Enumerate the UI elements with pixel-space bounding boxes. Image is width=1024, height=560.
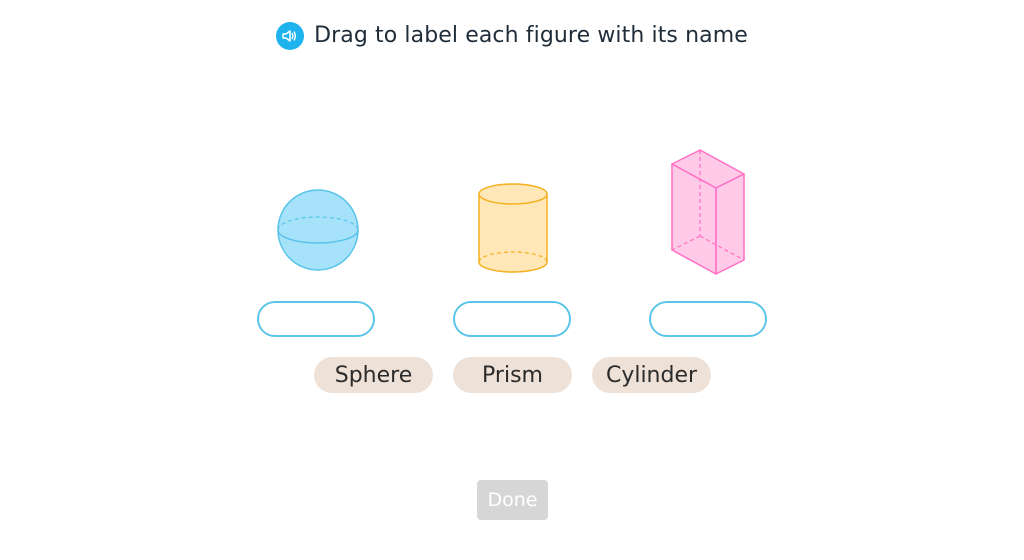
done-button[interactable]: Done (477, 480, 548, 520)
sphere-figure (277, 189, 359, 271)
activity-stage: Drag to label each figure with its name … (0, 0, 1024, 560)
answer-chip-cylinder[interactable]: Cylinder (592, 357, 711, 393)
audio-button[interactable] (276, 22, 305, 50)
drop-slot-prism[interactable] (649, 301, 767, 337)
drop-slot-cylinder[interactable] (453, 301, 571, 337)
answer-chip-sphere[interactable]: Sphere (314, 357, 433, 393)
drop-slot-sphere[interactable] (257, 301, 375, 337)
cylinder-figure (478, 183, 548, 273)
answer-chip-prism[interactable]: Prism (453, 357, 572, 393)
question-prompt: Drag to label each figure with its name (0, 16, 1024, 56)
prompt-text: Drag to label each figure with its name (314, 23, 748, 48)
prism-figure (671, 149, 745, 275)
speaker-icon (282, 30, 297, 42)
